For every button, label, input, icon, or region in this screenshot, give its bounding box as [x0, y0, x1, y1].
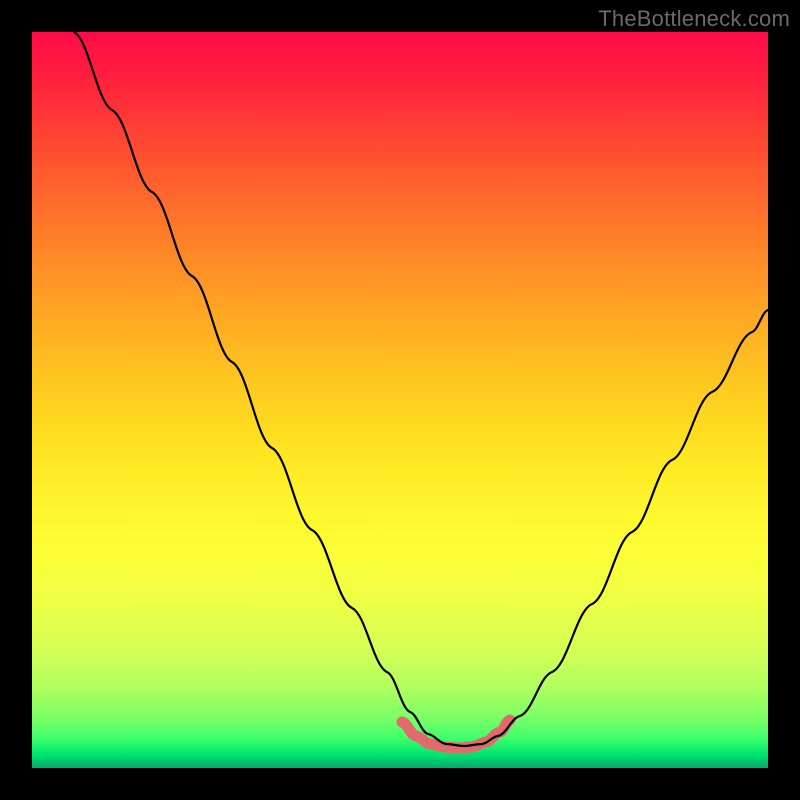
plot-area: [32, 32, 768, 768]
curve-layer: [32, 32, 768, 768]
bottleneck-curve: [74, 32, 768, 746]
watermark-text: TheBottleneck.com: [598, 6, 790, 32]
chart-frame: TheBottleneck.com: [0, 0, 800, 800]
highlight-trough: [402, 720, 510, 748]
